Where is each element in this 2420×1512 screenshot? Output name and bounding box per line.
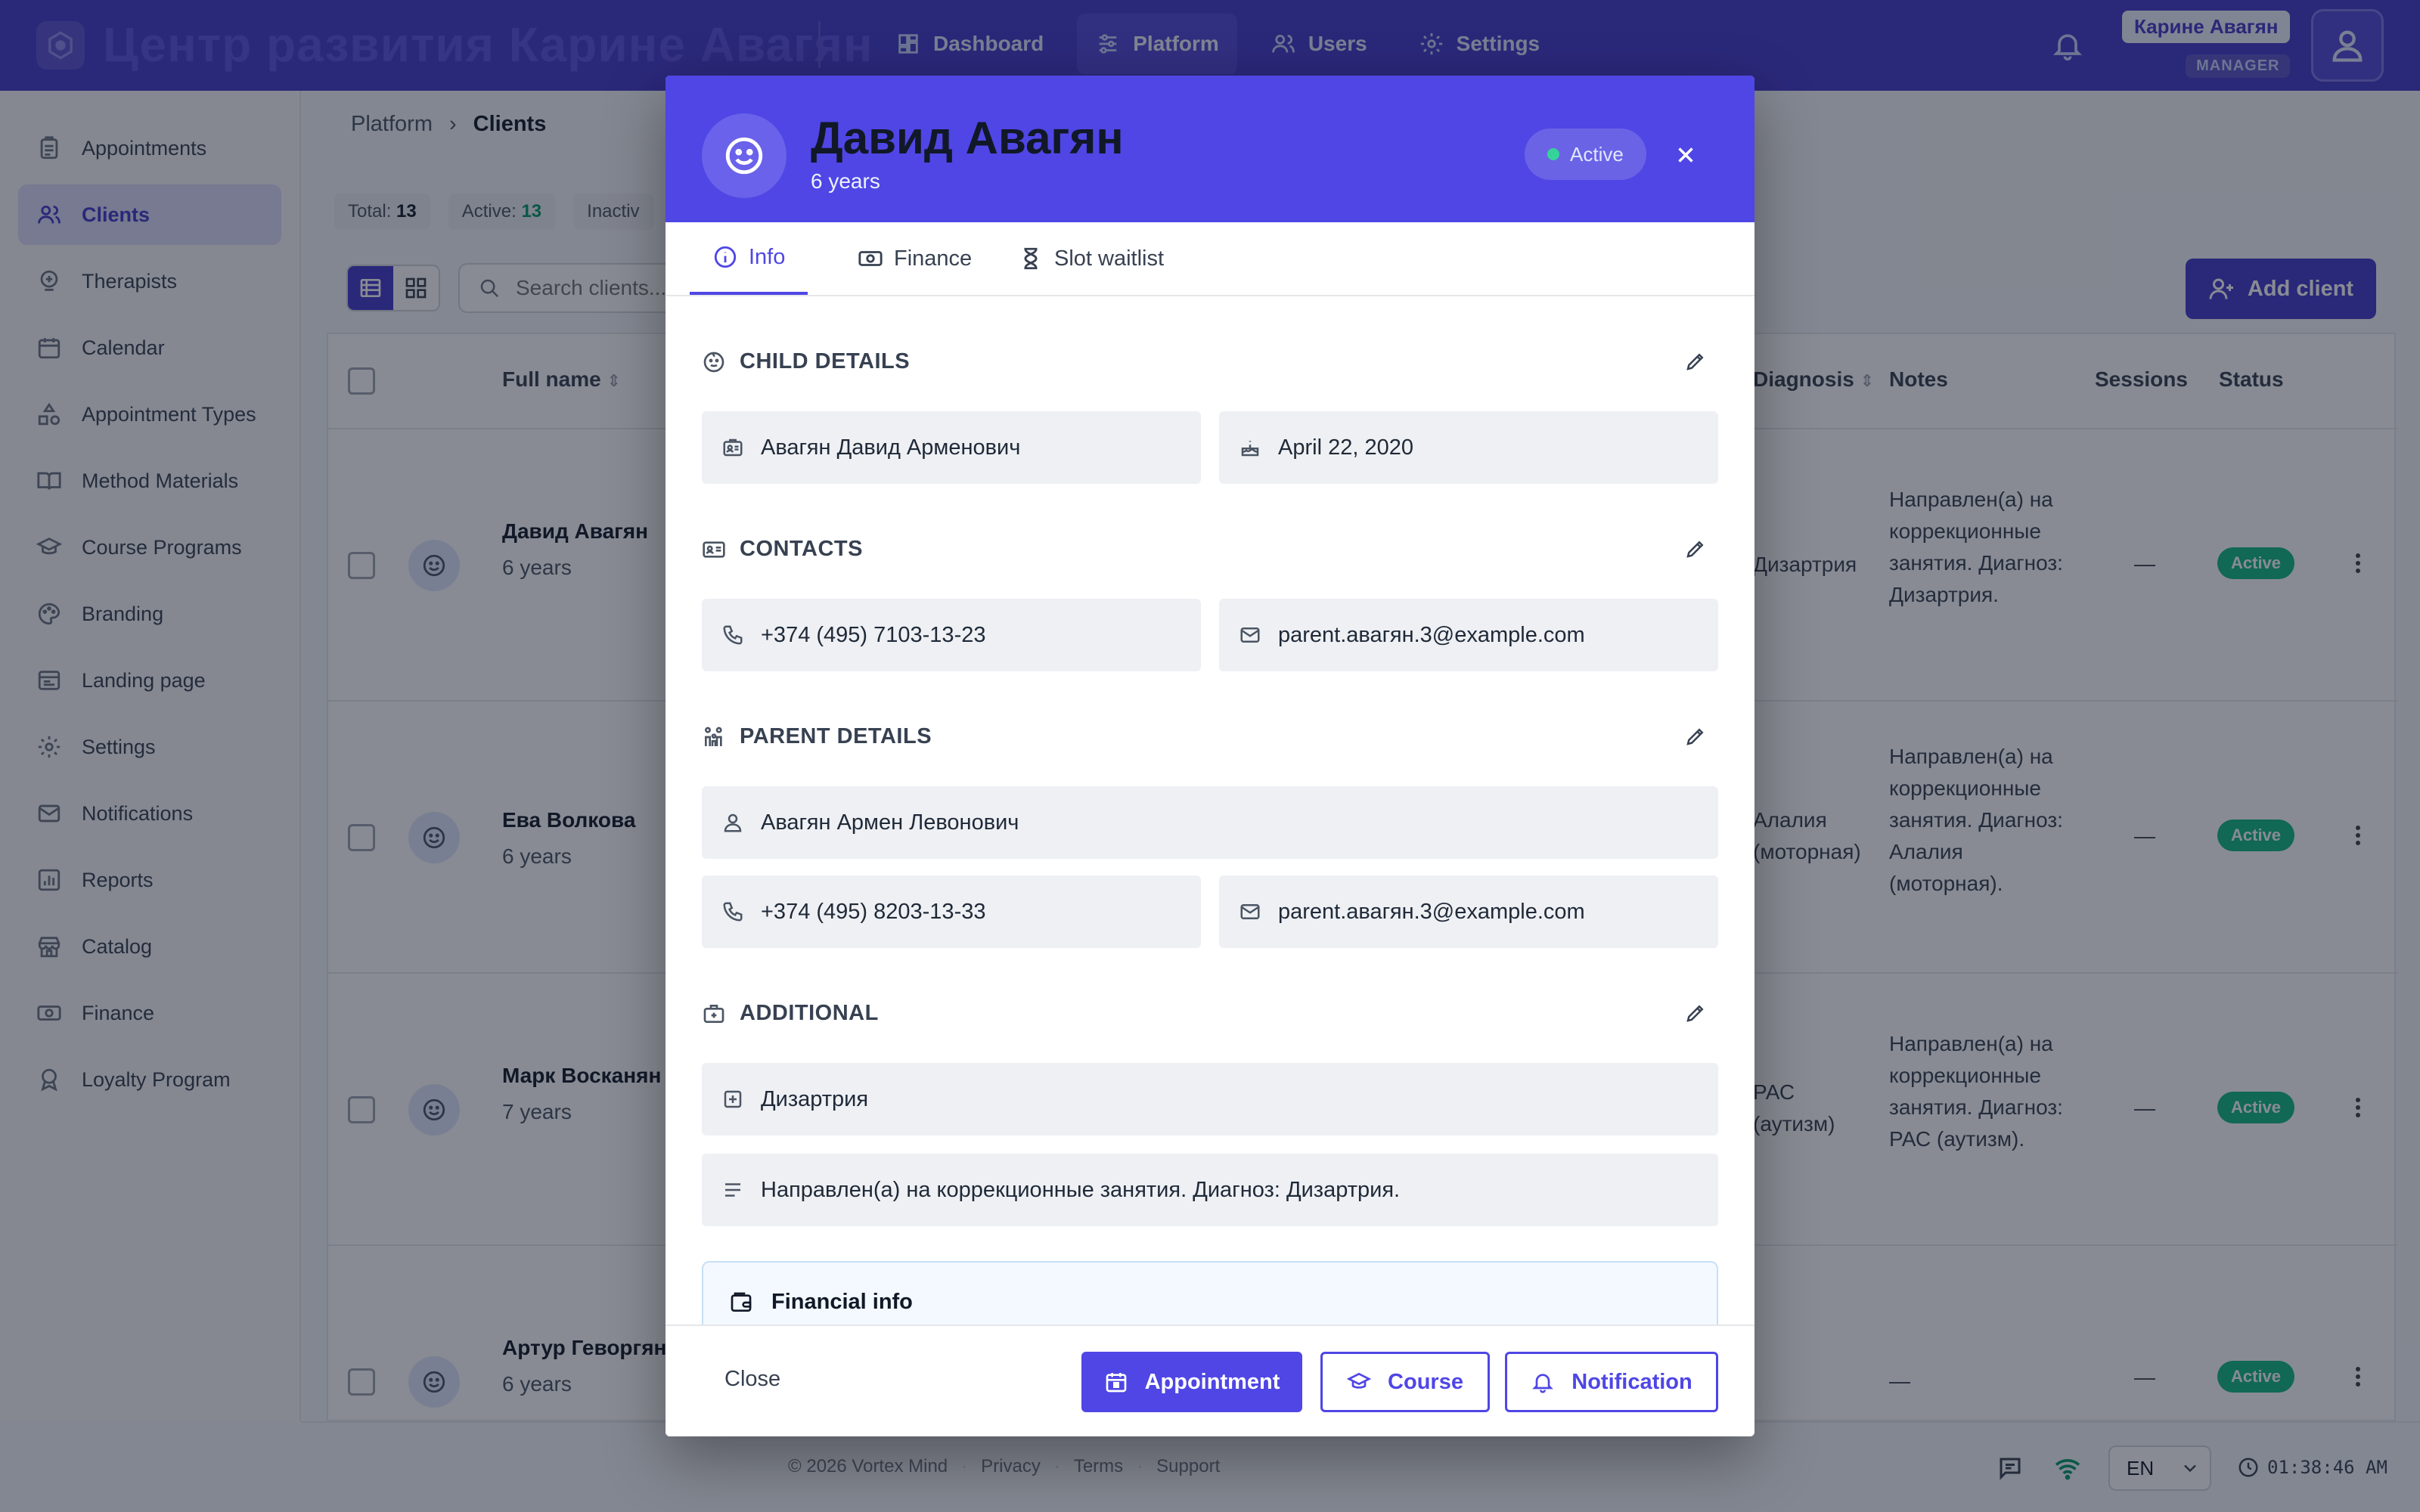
section-additional: ADDITIONAL xyxy=(702,1001,879,1026)
section-parent-details-title: PARENT DETAILS xyxy=(740,724,932,748)
modal-footer: Close Appointment Course Notification xyxy=(666,1325,1754,1436)
notes-lines-icon xyxy=(725,1183,740,1197)
financial-info-title: Financial info xyxy=(771,1290,913,1314)
contact-phone: +374 (495) 7103-13-23 xyxy=(761,622,986,647)
wallet-icon xyxy=(731,1292,752,1312)
parent-email: parent.авагян.3@example.com xyxy=(1278,899,1585,924)
tab-slot-waitlist[interactable]: Slot waitlist xyxy=(1006,222,1176,295)
edit-pencil-icon[interactable] xyxy=(1680,721,1711,751)
mail-icon xyxy=(1240,904,1260,919)
status-badge-label: Active xyxy=(1570,142,1624,166)
briefcase-medical-icon xyxy=(703,1004,724,1023)
diagnosis-field: Дизартрия xyxy=(702,1063,1718,1136)
notification-button-label: Notification xyxy=(1571,1369,1692,1394)
tab-finance-label: Finance xyxy=(894,246,973,271)
diagnosis-value: Дизартрия xyxy=(761,1086,869,1111)
contact-email: parent.авагян.3@example.com xyxy=(1278,622,1585,647)
id-card-icon xyxy=(723,438,743,457)
section-parent-details: PARENT DETAILS xyxy=(702,724,932,749)
appointment-button-label: Appointment xyxy=(1144,1369,1280,1394)
info-icon xyxy=(714,246,737,268)
notes-value: Направлен(а) на коррекционные занятия. Д… xyxy=(761,1177,1401,1202)
family-icon xyxy=(705,727,722,746)
bell-icon xyxy=(1532,1374,1554,1393)
section-contacts-title: CONTACTS xyxy=(740,537,863,561)
avatar xyxy=(702,113,786,198)
tab-slot-waitlist-label: Slot waitlist xyxy=(1054,246,1165,271)
child-full-name: Авагян Давид Арменович xyxy=(761,435,1021,460)
hourglass-icon xyxy=(1024,247,1038,270)
calendar-add-icon xyxy=(1106,1373,1126,1393)
contact-email-field: parent.авагян.3@example.com xyxy=(1219,599,1718,671)
phone-icon xyxy=(723,625,743,645)
modal-client-name: Давид Авагян xyxy=(811,113,1124,163)
notification-button[interactable]: Notification xyxy=(1505,1352,1718,1412)
cake-icon xyxy=(1241,441,1259,457)
phone-icon xyxy=(723,902,743,922)
course-button-label: Course xyxy=(1388,1369,1463,1394)
edit-pencil-icon[interactable] xyxy=(1680,998,1711,1028)
status-badge: Active xyxy=(1525,129,1646,180)
child-birthday: April 22, 2020 xyxy=(1278,435,1413,460)
section-additional-title: ADDITIONAL xyxy=(740,1001,879,1025)
modal-tabs: Info Finance Slot waitlist xyxy=(666,222,1754,296)
parent-full-name-field: Авагян Армен Левонович xyxy=(702,786,1718,859)
edit-pencil-icon[interactable] xyxy=(1680,346,1711,376)
medical-plus-icon xyxy=(724,1090,742,1108)
contact-phone-field: +374 (495) 7103-13-23 xyxy=(702,599,1201,671)
user-icon xyxy=(724,813,742,832)
modal-client-age: 6 years xyxy=(811,169,880,193)
appointment-button[interactable]: Appointment xyxy=(1081,1352,1302,1412)
graduation-cap-icon xyxy=(1347,1372,1372,1389)
smile-icon xyxy=(725,137,763,175)
mail-icon xyxy=(1240,627,1260,643)
section-contacts: CONTACTS xyxy=(702,537,863,562)
notes-field: Направлен(а) на коррекционные занятия. Д… xyxy=(702,1154,1718,1226)
edit-pencil-icon[interactable] xyxy=(1680,534,1711,564)
tab-info[interactable]: Info xyxy=(690,222,808,295)
parent-email-field: parent.авагян.3@example.com xyxy=(1219,875,1718,948)
tab-info-label: Info xyxy=(749,244,786,269)
contact-card-icon xyxy=(703,541,725,558)
modal-header: Давид Авагян 6 years Active xyxy=(666,76,1754,222)
close-button[interactable]: Close xyxy=(724,1367,780,1392)
baby-face-icon xyxy=(703,352,724,372)
parent-phone-field: +374 (495) 8203-13-33 xyxy=(702,875,1201,948)
section-child-details-title: CHILD DETAILS xyxy=(740,349,911,373)
status-dot-icon xyxy=(1547,148,1559,160)
course-button[interactable]: Course xyxy=(1320,1352,1490,1412)
tab-finance[interactable]: Finance xyxy=(845,222,984,295)
modal-body: CHILD DETAILS Авагян Давид Арменович Apr… xyxy=(666,296,1754,1400)
parent-full-name: Авагян Армен Левонович xyxy=(761,810,1019,835)
child-full-name-field: Авагян Давид Арменович xyxy=(702,411,1201,484)
child-birthday-field: April 22, 2020 xyxy=(1219,411,1718,484)
client-detail-modal: Давид Авагян 6 years Active Info Finance… xyxy=(666,76,1754,1436)
parent-phone: +374 (495) 8203-13-33 xyxy=(761,899,986,924)
close-icon[interactable] xyxy=(1665,135,1706,175)
financial-info-header: Financial info xyxy=(729,1290,913,1315)
cash-icon xyxy=(858,251,883,266)
section-child-details: CHILD DETAILS xyxy=(702,349,910,374)
